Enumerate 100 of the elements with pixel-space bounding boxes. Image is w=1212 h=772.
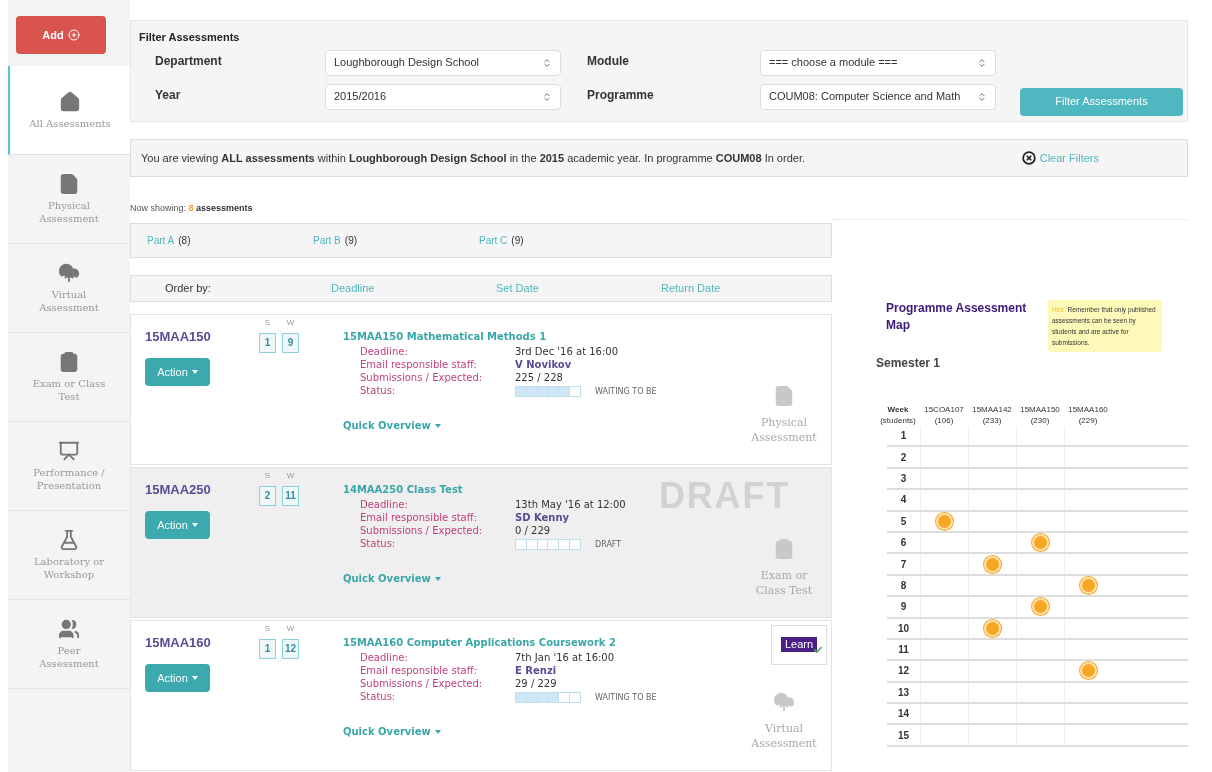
- detail-label: Status:: [360, 689, 397, 704]
- deadline-value: 7th Jan '16 at 16:00: [515, 650, 616, 664]
- assessment-marker: [984, 555, 1001, 573]
- caret-icon: [191, 370, 198, 374]
- panel-title: Filter Assessments: [139, 30, 241, 45]
- week-number: 1: [899, 429, 908, 444]
- semester-heading: Semester 1: [876, 355, 941, 372]
- sidebar-item[interactable]: Physical Assessment: [8, 155, 130, 244]
- caret-icon: [191, 523, 198, 527]
- detail-label: Submissions / Expected:: [360, 370, 484, 384]
- column-header: 15MAA160: [1068, 404, 1108, 415]
- field-label: Department: [155, 52, 223, 70]
- sidebar-item[interactable]: All Assessments: [8, 66, 130, 155]
- column-label: S: [263, 469, 272, 482]
- dropdown-arrows-icon: [542, 91, 552, 102]
- week-number: 2: [899, 450, 908, 465]
- cloud-upload-icon: [58, 262, 80, 284]
- staff-link[interactable]: E Renzi: [515, 663, 741, 677]
- sort-link[interactable]: Return Date: [661, 279, 826, 297]
- week-number: 8: [899, 578, 908, 593]
- assessment-marker: [1080, 662, 1097, 680]
- column-subheader: (students): [880, 415, 916, 426]
- quick-overview-link[interactable]: Quick Overview: [343, 417, 741, 433]
- caret-icon: [434, 729, 441, 734]
- action-button[interactable]: Action: [145, 358, 210, 386]
- filter-summary: You are viewing ALL assessments within Loughborough Design School in the 2015 academic year. In programme COUM08 In order.: [141, 150, 805, 166]
- detail-label: Submissions / Expected:: [360, 676, 484, 690]
- quick-overview-link[interactable]: Quick Overview: [343, 723, 741, 739]
- dropdown-field[interactable]: === choose a module ===: [760, 49, 996, 76]
- check-icon: [813, 645, 824, 655]
- assessment-type-label: Exam or Class Test: [754, 567, 814, 598]
- staff-link[interactable]: V Novikov: [515, 357, 741, 371]
- week-box: 9: [282, 332, 299, 353]
- column-subheader: (106): [934, 415, 954, 426]
- document-icon: [58, 173, 80, 195]
- sort-link[interactable]: Set Date: [496, 279, 661, 297]
- week-number: 12: [896, 664, 911, 679]
- detail-label: Deadline:: [360, 497, 409, 511]
- part-count: (9): [511, 233, 524, 248]
- semester-box: 1: [259, 332, 276, 353]
- dropdown-field[interactable]: Loughborough Design School: [325, 49, 561, 76]
- assessment-title[interactable]: 15MAA150 Mathematical Methods 1: [343, 328, 741, 344]
- close-icon: [1021, 151, 1036, 165]
- assessment-marker: [1080, 576, 1097, 594]
- detail-label: Email responsible staff:: [360, 510, 478, 524]
- field-label: Module: [587, 52, 630, 70]
- column-label: S: [263, 316, 272, 329]
- clipboard-icon: [58, 351, 80, 373]
- clipboard-icon: [773, 537, 795, 560]
- field-label: Year: [155, 86, 182, 104]
- semester-box: 2: [259, 485, 276, 506]
- sort-link[interactable]: Deadline: [331, 279, 496, 297]
- dropdown-field[interactable]: COUM08: Computer Science and Math: [760, 83, 996, 110]
- dropdown-arrows-icon: [977, 57, 987, 68]
- module-code: 15MAA160: [145, 633, 212, 652]
- clear-filters-link[interactable]: Clear Filters: [1021, 149, 1099, 167]
- assessment-marker: [936, 512, 953, 530]
- week-number: 15: [896, 728, 911, 743]
- semester-box: 1: [259, 638, 276, 659]
- submissions-value: 0 / 229: [515, 523, 552, 537]
- add-button[interactable]: Add: [16, 16, 106, 54]
- week-number: 11: [897, 643, 910, 658]
- part-tab[interactable]: Part B: [313, 232, 341, 248]
- part-tab[interactable]: Part C: [479, 232, 508, 248]
- week-box: 11: [282, 485, 299, 506]
- column-header: 15MAA150: [1020, 404, 1060, 415]
- filter-button[interactable]: Filter Assessments: [1020, 87, 1183, 116]
- week-number: 14: [896, 707, 911, 722]
- assessment-marker: [1032, 534, 1049, 552]
- staff-link[interactable]: SD Kenny: [515, 510, 741, 524]
- module-code: 15MAA150: [145, 327, 212, 346]
- week-number: 10: [896, 621, 911, 636]
- document-icon: [773, 384, 795, 407]
- module-code: 15MAA250: [145, 480, 212, 499]
- assessment-title[interactable]: 15MAA160 Computer Applications Coursework 2: [343, 634, 741, 650]
- order-by-label: Order by:: [165, 280, 212, 296]
- dropdown-arrows-icon: [977, 91, 987, 102]
- detail-label: Deadline:: [360, 650, 409, 664]
- assessment-marker: [1032, 598, 1049, 616]
- dropdown-arrows-icon: [542, 57, 552, 68]
- week-number: 4: [899, 493, 908, 508]
- action-button[interactable]: Action: [145, 664, 210, 692]
- column-header: 15COA107: [924, 404, 964, 415]
- column-header: 15MAA142: [972, 404, 1012, 415]
- column-label: W: [285, 469, 296, 482]
- submissions-value: 225 / 228: [515, 370, 564, 384]
- week-number: 5: [899, 514, 908, 529]
- assessment-type-label: Physical Assessment: [750, 414, 818, 445]
- detail-label: Email responsible staff:: [360, 663, 478, 677]
- caret-icon: [191, 676, 198, 680]
- column-label: W: [285, 316, 296, 329]
- week-number: 3: [899, 471, 908, 486]
- dropdown-field[interactable]: 2015/2016: [325, 83, 561, 110]
- week-number: 7: [899, 557, 908, 572]
- part-tab[interactable]: Part A: [147, 232, 175, 248]
- quick-overview-link[interactable]: Quick Overview: [343, 570, 741, 586]
- action-button[interactable]: Action: [145, 511, 210, 539]
- submissions-value: 29 / 229: [515, 676, 558, 690]
- column-subheader: (229): [1078, 415, 1098, 426]
- part-count: (9): [344, 233, 358, 248]
